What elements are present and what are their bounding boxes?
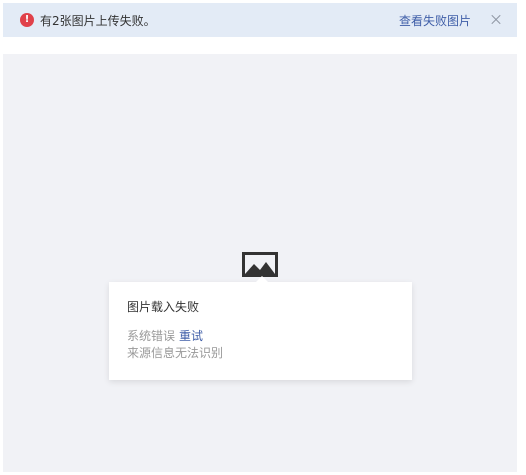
image-load-error-card: 图片载入失败 系统错误 重试 来源信息无法识别 [109,276,412,380]
image-viewer-area: 图片载入失败 系统错误 重试 来源信息无法识别 [3,54,517,472]
close-icon[interactable] [489,13,503,27]
system-error-text: 系统错误 [127,329,176,343]
retry-link[interactable]: 重试 [179,329,203,343]
exclamation-circle-icon: ! [20,13,34,27]
card-title: 图片载入失败 [127,300,200,314]
upload-failure-notice: ! 有2张图片上传失败。 查看失败图片 [3,3,517,37]
notice-message: 有2张图片上传失败。 [40,13,156,28]
error-line: 系统错误 重试 [127,328,394,345]
view-failed-images-link[interactable]: 查看失败图片 [399,12,471,29]
card-pointer [256,276,268,282]
source-info-text: 来源信息无法识别 [127,346,224,360]
